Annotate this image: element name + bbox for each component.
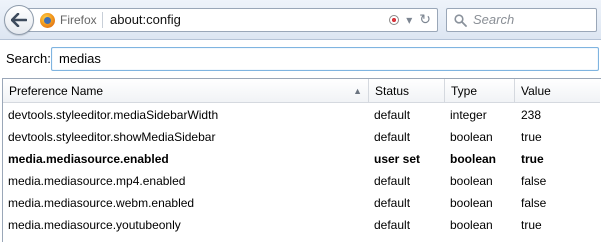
pref-name-cell: media.mediasource.enabled [8,152,169,166]
site-identity-button[interactable]: Firefox [40,9,97,31]
pref-value-cell: true [521,130,542,144]
search-icon [454,14,467,27]
pref-status-cell: default [374,108,411,122]
table-row[interactable]: devtools.styleeditor.showMediaSidebar de… [3,126,600,148]
url-text[interactable]: about:config [110,9,181,31]
pref-name-cell: media.mediasource.webm.enabled [8,196,195,210]
config-search-row: Search: medias [0,41,601,77]
url-bar[interactable]: Firefox about:config ▾ ↻ [26,8,438,32]
pref-name-cell: media.mediasource.mp4.enabled [8,174,186,188]
pref-status-cell: default [374,130,411,144]
pref-status-cell: default [374,218,411,232]
navigation-toolbar: Firefox about:config ▾ ↻ Search [0,0,601,40]
column-header-type[interactable]: Type [445,79,515,103]
table-row[interactable]: media.mediasource.youtubeonly default bo… [3,214,600,236]
config-search-input[interactable]: medias [51,47,599,71]
firefox-logo-icon [40,12,55,28]
config-search-value: medias [59,51,101,66]
pref-value-cell: true [521,152,544,166]
column-header-preference-name[interactable]: Preference Name ▲ [3,79,369,103]
pref-type-cell: boolean [450,152,497,166]
record-icon[interactable] [389,15,400,25]
table-row[interactable]: media.mediasource.mp4.enabled default bo… [3,170,600,192]
pref-name-cell: devtools.styleeditor.mediaSidebarWidth [8,108,219,122]
pref-name-cell: media.mediasource.youtubeonly [8,218,181,232]
identity-label: Firefox [60,13,97,27]
table-row[interactable]: media.mediasource.webm.enabled default b… [3,192,600,214]
pref-type-cell: boolean [450,218,493,232]
search-placeholder: Search [473,12,515,27]
pref-value-cell: false [521,196,547,210]
table-row-modified[interactable]: media.mediasource.enabled user set boole… [3,148,600,170]
column-header-label: Type [451,84,478,98]
pref-status-cell: default [374,174,411,188]
url-dropdown-icon[interactable]: ▾ [406,14,412,26]
pref-status-cell: default [374,196,411,210]
column-header-value[interactable]: Value [515,79,600,103]
table-row[interactable]: devtools.styleeditor.mediaSidebarWidth d… [3,104,600,126]
config-search-label: Search: [6,51,51,66]
url-bar-icons: ▾ ↻ [389,9,431,31]
pref-value-cell: 238 [521,108,542,122]
preferences-table: Preference Name ▲ Status Type Value devt… [2,78,601,242]
web-search-box[interactable]: Search [446,8,597,32]
pref-name-cell: devtools.styleeditor.showMediaSidebar [8,130,216,144]
column-header-label: Status [375,84,410,98]
pref-status-cell: user set [374,152,421,166]
back-arrow-icon [11,13,27,27]
reload-icon[interactable]: ↻ [419,13,431,27]
pref-value-cell: true [521,218,542,232]
pref-type-cell: integer [450,108,487,122]
sort-ascending-icon: ▲ [353,86,362,96]
pref-value-cell: false [521,174,547,188]
table-body: devtools.styleeditor.mediaSidebarWidth d… [3,104,600,236]
pref-type-cell: boolean [450,130,493,144]
identity-separator [102,12,103,28]
table-header: Preference Name ▲ Status Type Value [3,79,600,103]
column-header-label: Value [521,84,551,98]
pref-type-cell: boolean [450,174,493,188]
column-header-label: Preference Name [9,84,104,98]
back-button[interactable] [4,5,34,35]
pref-type-cell: boolean [450,196,493,210]
column-header-status[interactable]: Status [369,79,445,103]
